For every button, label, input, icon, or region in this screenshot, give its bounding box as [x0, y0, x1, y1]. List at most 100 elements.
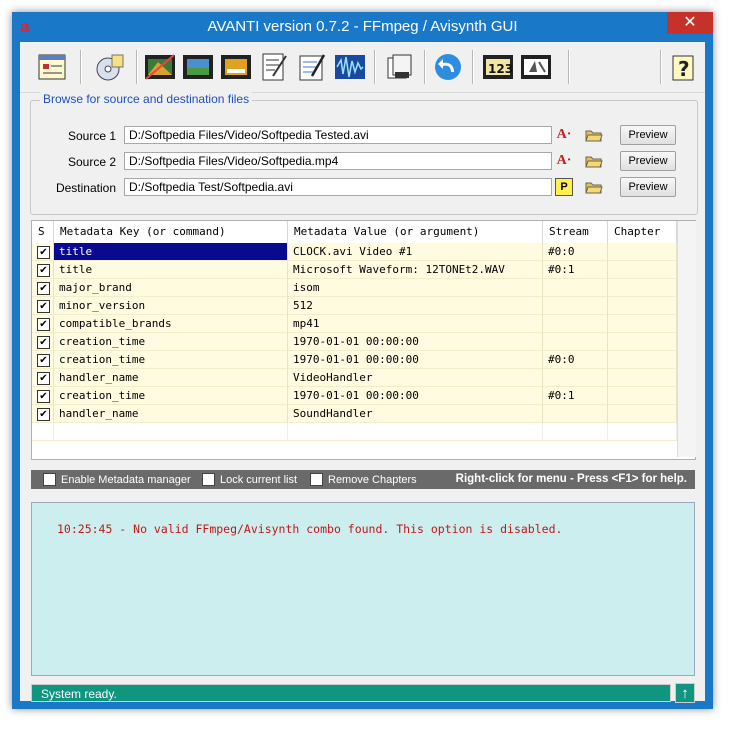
- cell-stream[interactable]: [543, 279, 608, 297]
- avisynth-source1-icon[interactable]: A·: [554, 125, 574, 145]
- row-checkbox[interactable]: ✔: [37, 336, 50, 349]
- cell-key[interactable]: creation_time: [54, 387, 288, 405]
- row-checkbox[interactable]: ✔: [37, 372, 50, 385]
- column-header-stream[interactable]: Stream: [543, 221, 608, 243]
- cell-select[interactable]: ✔: [32, 243, 54, 261]
- folder-open-icon[interactable]: [584, 151, 604, 171]
- cell-stream[interactable]: [543, 297, 608, 315]
- cell-stream[interactable]: [543, 315, 608, 333]
- column-header-value[interactable]: Metadata Value (or argument): [288, 221, 543, 243]
- close-button[interactable]: ✕: [667, 12, 713, 34]
- remove-chapters-checkbox[interactable]: Remove Chapters: [310, 473, 417, 486]
- cell-key[interactable]: title: [54, 243, 288, 261]
- destination-input[interactable]: [124, 178, 552, 196]
- cell-chapter[interactable]: [608, 297, 677, 315]
- enable-metadata-checkbox[interactable]: Enable Metadata manager: [43, 473, 191, 486]
- cell-stream[interactable]: #0:0: [543, 243, 608, 261]
- cell-value[interactable]: CLOCK.avi Video #1: [288, 243, 543, 261]
- column-header-s[interactable]: S: [32, 221, 54, 243]
- checkbox-box[interactable]: [43, 473, 56, 486]
- cell-chapter[interactable]: [608, 315, 677, 333]
- table-scrollbar[interactable]: [677, 221, 696, 457]
- scroll-up-arrow-icon[interactable]: ↑: [675, 683, 695, 703]
- cell-stream[interactable]: [543, 333, 608, 351]
- source1-input[interactable]: [124, 126, 552, 144]
- video-filter-icon[interactable]: [142, 49, 178, 85]
- row-checkbox[interactable]: ✔: [37, 318, 50, 331]
- checkbox-box[interactable]: [202, 473, 215, 486]
- cell-value[interactable]: VideoHandler: [288, 369, 543, 387]
- metadata-table[interactable]: S Metadata Key (or command) Metadata Val…: [31, 220, 696, 460]
- cell-select[interactable]: ✔: [32, 405, 54, 423]
- cell-value[interactable]: 1970-01-01 00:00:00: [288, 387, 543, 405]
- folder-open-icon[interactable]: [584, 125, 604, 145]
- log-panel[interactable]: 10:25:45 - No valid FFmpeg/Avisynth comb…: [31, 502, 695, 676]
- cell-key[interactable]: handler_name: [54, 405, 288, 423]
- script-film-icon[interactable]: [518, 49, 554, 85]
- cell-stream[interactable]: #0:1: [543, 387, 608, 405]
- cell-chapter[interactable]: [608, 369, 677, 387]
- cell-key[interactable]: minor_version: [54, 297, 288, 315]
- table-row[interactable]: ✔ handler_name VideoHandler: [32, 369, 677, 387]
- subtitle-film-icon[interactable]: [218, 49, 254, 85]
- row-checkbox[interactable]: ✔: [37, 408, 50, 421]
- table-row[interactable]: ✔ major_brand isom: [32, 279, 677, 297]
- checkbox-box[interactable]: [310, 473, 323, 486]
- preview-destination-button[interactable]: Preview: [620, 177, 676, 197]
- folder-open-icon[interactable]: [584, 177, 604, 197]
- column-header-key[interactable]: Metadata Key (or command): [54, 221, 288, 243]
- audio-waveform-icon[interactable]: [332, 49, 368, 85]
- help-icon[interactable]: ?: [666, 49, 702, 85]
- row-checkbox[interactable]: ✔: [37, 354, 50, 367]
- cell-value[interactable]: 1970-01-01 00:00:00: [288, 333, 543, 351]
- cell-chapter[interactable]: [608, 243, 677, 261]
- table-row[interactable]: ✔ creation_time 1970-01-01 00:00:00 #0:1: [32, 387, 677, 405]
- row-checkbox[interactable]: ✔: [37, 264, 50, 277]
- cell-key[interactable]: creation_time: [54, 351, 288, 369]
- p-button[interactable]: P: [554, 177, 574, 197]
- cell-stream[interactable]: #0:1: [543, 261, 608, 279]
- row-checkbox[interactable]: ✔: [37, 300, 50, 313]
- lock-list-checkbox[interactable]: Lock current list: [202, 473, 297, 486]
- disc-settings-icon[interactable]: [92, 49, 128, 85]
- preview-source2-button[interactable]: Preview: [620, 151, 676, 171]
- table-row[interactable]: ✔ creation_time 1970-01-01 00:00:00: [32, 333, 677, 351]
- cell-chapter[interactable]: [608, 351, 677, 369]
- cell-key[interactable]: creation_time: [54, 333, 288, 351]
- cell-key[interactable]: handler_name: [54, 369, 288, 387]
- cell-chapter[interactable]: [608, 405, 677, 423]
- row-checkbox[interactable]: ✔: [37, 282, 50, 295]
- cell-value[interactable]: 512: [288, 297, 543, 315]
- table-row[interactable]: ✔ creation_time 1970-01-01 00:00:00 #0:0: [32, 351, 677, 369]
- cell-key[interactable]: title: [54, 261, 288, 279]
- cell-select[interactable]: ✔: [32, 369, 54, 387]
- film-strip-icon[interactable]: [180, 49, 216, 85]
- cell-chapter[interactable]: [608, 261, 677, 279]
- settings-window-icon[interactable]: [34, 49, 70, 85]
- cell-select[interactable]: ✔: [32, 261, 54, 279]
- cell-value[interactable]: Microsoft Waveform: 12TONEt2.WAV: [288, 261, 543, 279]
- table-row[interactable]: ✔ compatible_brands mp41: [32, 315, 677, 333]
- row-checkbox[interactable]: ✔: [37, 390, 50, 403]
- cell-stream[interactable]: [543, 405, 608, 423]
- cell-select[interactable]: ✔: [32, 351, 54, 369]
- cell-chapter[interactable]: [608, 387, 677, 405]
- cell-select[interactable]: ✔: [32, 297, 54, 315]
- cell-key[interactable]: major_brand: [54, 279, 288, 297]
- source2-input[interactable]: [124, 152, 552, 170]
- table-row[interactable]: ✔ handler_name SoundHandler: [32, 405, 677, 423]
- row-checkbox[interactable]: ✔: [37, 246, 50, 259]
- cell-value[interactable]: SoundHandler: [288, 405, 543, 423]
- cell-value[interactable]: isom: [288, 279, 543, 297]
- text-edit-icon[interactable]: [256, 49, 292, 85]
- undo-arrow-icon[interactable]: [430, 49, 466, 85]
- document-edit-icon[interactable]: [294, 49, 330, 85]
- cell-chapter[interactable]: [608, 279, 677, 297]
- column-header-chapter[interactable]: Chapter: [608, 221, 677, 243]
- table-row[interactable]: ✔ title Microsoft Waveform: 12TONEt2.WAV #0…: [32, 261, 677, 279]
- table-row[interactable]: ✔ title CLOCK.avi Video #1 #0:0: [32, 243, 677, 261]
- cell-stream[interactable]: #0:0: [543, 351, 608, 369]
- cell-select[interactable]: ✔: [32, 279, 54, 297]
- cell-key[interactable]: compatible_brands: [54, 315, 288, 333]
- numbers-film-icon[interactable]: 123: [480, 49, 516, 85]
